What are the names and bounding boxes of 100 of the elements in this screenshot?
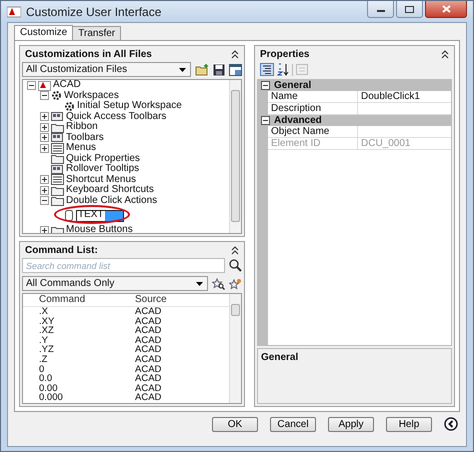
expander-icon[interactable]: [261, 81, 270, 90]
table-cell-text: ACAD: [135, 336, 162, 346]
table-cell-text: ACAD: [135, 307, 162, 317]
maximize-button[interactable]: [396, 1, 423, 18]
table-cell-text: ACAD: [135, 316, 162, 326]
rename-field[interactable]: TEXT: [76, 210, 124, 222]
tree-item[interactable]: Rollover Tooltips: [66, 164, 140, 174]
property-name: Description: [271, 103, 322, 114]
category-title: Advanced: [274, 115, 322, 126]
tree-item[interactable]: Double Click Actions: [66, 196, 158, 206]
expander-icon[interactable]: [40, 186, 49, 195]
file-dropdown[interactable]: All Customization Files: [22, 62, 191, 77]
tree-item[interactable]: Initial Setup Workspace: [77, 101, 182, 112]
panel-title: Customizations in All Files: [25, 49, 152, 60]
tree-item[interactable]: Toolbars: [66, 132, 104, 143]
maximize-icon: [405, 6, 414, 12]
table-cell-text: ACAD: [135, 393, 162, 403]
toolbar-icon: [51, 164, 64, 175]
table-cell-text: 0: [38, 364, 44, 374]
column-header[interactable]: Source: [135, 294, 229, 306]
table-cell-text: ACAD: [135, 374, 162, 384]
collapse-icon[interactable]: [231, 246, 239, 255]
menu-icon: [51, 142, 64, 154]
table-cell-text: .XY: [38, 316, 56, 326]
filter-dropdown[interactable]: All Commands Only: [22, 276, 208, 291]
table-cell-text: 0.000: [38, 393, 64, 403]
collapse-icon[interactable]: [441, 50, 449, 59]
categorized-icon[interactable]: [260, 63, 274, 76]
folder-icon: [51, 224, 64, 233]
table-cell-text: .Y: [38, 336, 48, 346]
folder-icon: [51, 122, 64, 133]
search-icon[interactable]: [229, 259, 242, 272]
caret-icon: [196, 282, 203, 286]
table-cell-text: ACAD: [135, 384, 162, 394]
save-icon[interactable]: [213, 64, 225, 76]
category-title: General: [274, 80, 312, 91]
toolbar-icon: [51, 132, 64, 144]
dialog-button[interactable]: Help: [386, 416, 432, 432]
close-icon: [442, 5, 450, 13]
property-name: Element ID: [271, 138, 320, 149]
property-name: Name: [271, 91, 298, 102]
expander-icon[interactable]: [40, 91, 49, 100]
dialog-button[interactable]: Apply: [328, 416, 374, 432]
property-name: Object Name: [271, 126, 330, 137]
tree-item[interactable]: Keyboard Shortcuts: [66, 185, 154, 196]
document-icon: [64, 210, 74, 221]
table-cell-text: .YZ: [38, 345, 55, 355]
tree-item[interactable]: Mouse Buttons: [66, 225, 133, 233]
tree-item[interactable]: Quick Properties: [66, 154, 140, 164]
sort-icon[interactable]: [277, 63, 289, 76]
table-cell-text: ACAD: [135, 354, 162, 365]
tab[interactable]: Customize: [14, 25, 74, 40]
folder-icon: [51, 195, 64, 206]
toolbar-icon: [51, 111, 64, 122]
app-icon: [7, 6, 21, 18]
column-header[interactable]: Command: [23, 294, 135, 306]
tree-item[interactable]: ACAD: [53, 80, 81, 90]
folder-icon: [51, 153, 64, 164]
table-cell-text: ACAD: [135, 345, 162, 355]
property-value[interactable]: DoubleClick1: [361, 91, 420, 102]
new-star-icon[interactable]: [229, 278, 242, 290]
folder-icon: [51, 184, 64, 196]
description-title: General: [261, 352, 298, 363]
table-cell-text: .XZ: [38, 326, 55, 336]
table-cell-text: 0.00: [38, 384, 58, 394]
table-cell-text: ACAD: [135, 326, 162, 336]
tree-item[interactable]: Shortcut Menus: [66, 174, 136, 185]
expander-icon[interactable]: [40, 175, 49, 184]
expander-icon[interactable]: [261, 116, 270, 125]
search-field[interactable]: Search command list: [22, 258, 225, 273]
gear-icon: [51, 90, 62, 102]
dialog-button[interactable]: OK: [212, 416, 258, 432]
scrollbar[interactable]: [229, 294, 241, 403]
collapse-icon[interactable]: [231, 50, 239, 59]
window-title: Customize User Interface: [26, 4, 162, 18]
expander-icon[interactable]: [40, 196, 49, 206]
dialog-button[interactable]: Cancel: [270, 416, 316, 432]
table-cell-text: 0.0: [38, 374, 52, 384]
tree-item[interactable]: Ribbon: [66, 122, 98, 132]
table-cell-text: ACAD: [135, 364, 162, 374]
minimize-button[interactable]: [367, 1, 394, 18]
gear-icon: [64, 100, 75, 112]
expander-icon[interactable]: [40, 226, 49, 233]
expander-icon[interactable]: [40, 144, 49, 153]
tree-item[interactable]: Quick Access Toolbars: [66, 112, 166, 122]
panel-title: Command List:: [25, 245, 98, 256]
scrollbar[interactable]: [229, 80, 241, 233]
open-file-icon[interactable]: [195, 64, 209, 76]
expander-icon[interactable]: [40, 112, 49, 122]
menu-icon: [51, 174, 64, 186]
expander-icon[interactable]: [27, 80, 36, 90]
expander-icon[interactable]: [40, 133, 49, 142]
find-star-icon[interactable]: [212, 278, 225, 290]
window-layout-icon[interactable]: [229, 64, 242, 76]
tab[interactable]: Transfer: [72, 26, 122, 40]
tree-item[interactable]: Workspaces: [64, 90, 119, 101]
tree-item[interactable]: Menus: [66, 143, 96, 154]
expander-icon[interactable]: [40, 122, 49, 132]
table-cell-text: .X: [38, 307, 49, 317]
close-button[interactable]: [425, 1, 467, 18]
